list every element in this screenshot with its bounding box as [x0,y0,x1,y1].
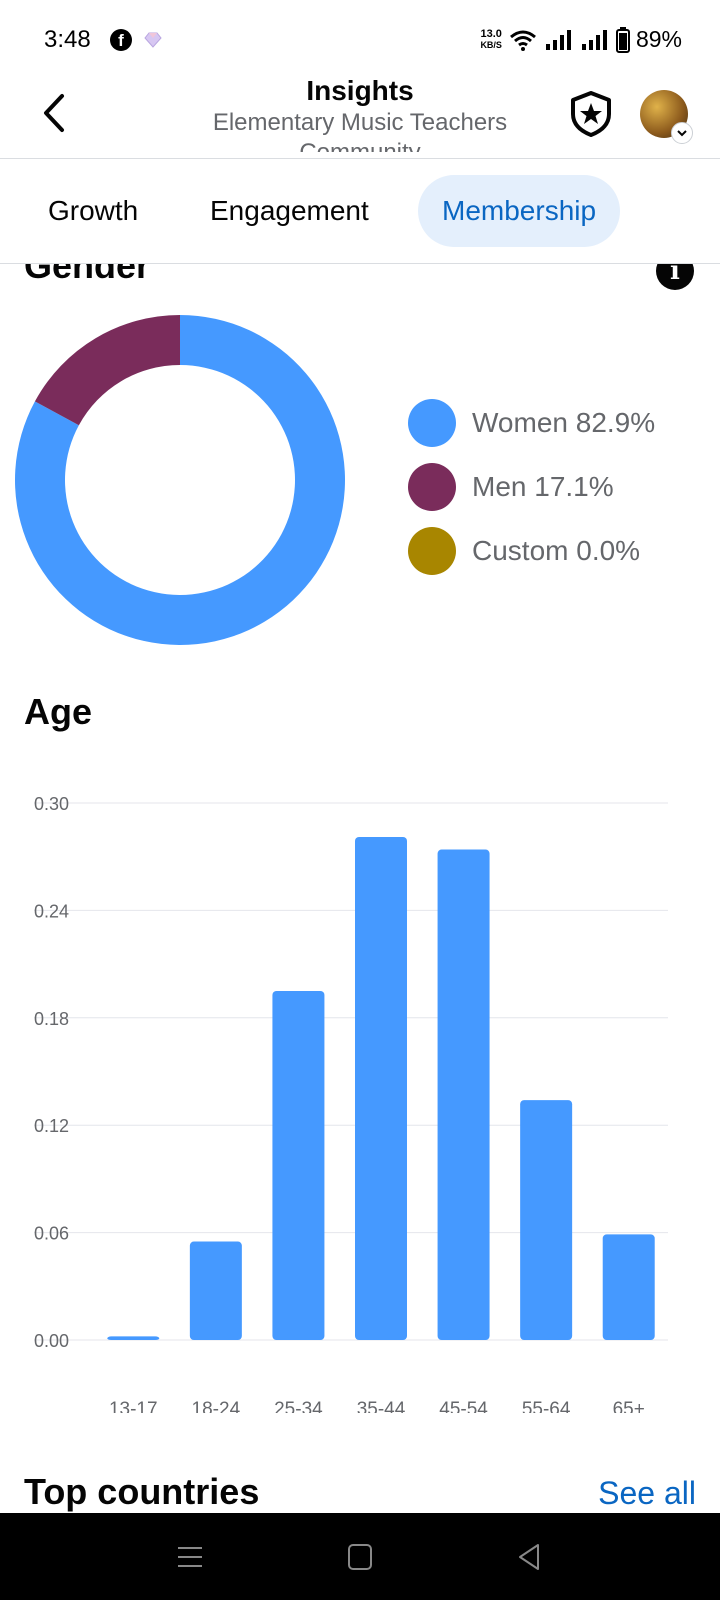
menu-icon[interactable] [170,1539,210,1575]
age-bar-65+ [602,1234,655,1340]
y-tick-label: 0.24 [34,901,69,921]
legend-dot-women [408,399,456,447]
y-tick-label: 0.18 [34,1009,69,1029]
gem-icon [144,32,162,48]
x-tick-label: 35-44 [357,1399,406,1413]
x-tick-label: 65+ [613,1399,645,1413]
age-bar-13-17 [107,1336,160,1340]
x-tick-label: 18-24 [192,1399,241,1413]
status-bar: 3:48 f 13.0 KB/S 89% [0,0,720,80]
home-icon[interactable] [340,1539,380,1575]
y-tick-label: 0.30 [34,794,69,814]
y-tick-label: 0.12 [34,1116,69,1136]
system-nav-bar [0,1513,720,1600]
wifi-icon [509,30,536,51]
header: Insights Elementary Music Teachers Commu… [0,72,720,159]
age-bar-25-34 [272,990,325,1340]
network-speed: 13.0 KB/S [480,27,502,50]
x-tick-label: 55-64 [522,1399,571,1413]
battery-icon [615,26,630,53]
y-tick-label: 0.06 [34,1224,69,1244]
legend-dot-men [408,463,456,511]
tab-growth[interactable]: Growth [24,175,162,247]
x-tick-label: 13-17 [109,1399,158,1413]
x-tick-label: 25-34 [274,1399,323,1413]
tab-membership[interactable]: Membership [418,175,621,247]
x-tick-label: 45-54 [439,1399,488,1413]
chevron-down-icon[interactable] [671,122,693,144]
back-arrow-icon[interactable] [36,88,76,138]
shield-star-icon[interactable] [568,90,614,138]
age-bar-chart: 0.00 0.06 0.12 0.18 0.24 0.30 13-17 18-24 25-34 3… [34,794,668,1413]
donut-slice-men [34,315,180,426]
tab-bar: Growth Engagement Membership [0,159,720,264]
legend-label-custom: Custom 0.0% [472,535,641,566]
gender-title: Gender [24,263,151,286]
back-icon[interactable] [510,1539,550,1575]
page-subtitle: Elementary Music Teachers Community [212,109,508,152]
tab-engagement[interactable]: Engagement [186,175,393,247]
insights-content[interactable]: Gender i Women 82.9% Men 17.1% Custom 0.… [0,263,720,1513]
legend-label-men: Men 17.1% [472,471,614,502]
signal-icon [545,29,571,50]
info-icon[interactable]: i [656,263,694,290]
facebook-icon: f [110,29,132,51]
y-tick-label: 0.00 [34,1331,69,1351]
legend-label-women: Women 82.9% [472,407,656,438]
status-right: 13.0 KB/S 89% [480,26,682,53]
title-block: Insights Elementary Music Teachers Commu… [180,74,540,152]
age-bar-18-24 [189,1241,242,1340]
age-bar-55-64 [520,1100,573,1340]
page-title: Insights [306,75,414,106]
signal-icon [581,29,607,50]
see-all-link[interactable]: See all [598,1475,696,1512]
age-bar-35-44 [355,837,407,1340]
legend-dot-custom [408,527,456,575]
top-countries-title: Top countries [24,1471,260,1512]
age-title: Age [24,691,93,732]
gender-donut-chart [14,315,345,645]
status-time: 3:48 [44,26,91,53]
battery-level: 89% [635,26,682,52]
age-bar-45-54 [437,849,490,1340]
